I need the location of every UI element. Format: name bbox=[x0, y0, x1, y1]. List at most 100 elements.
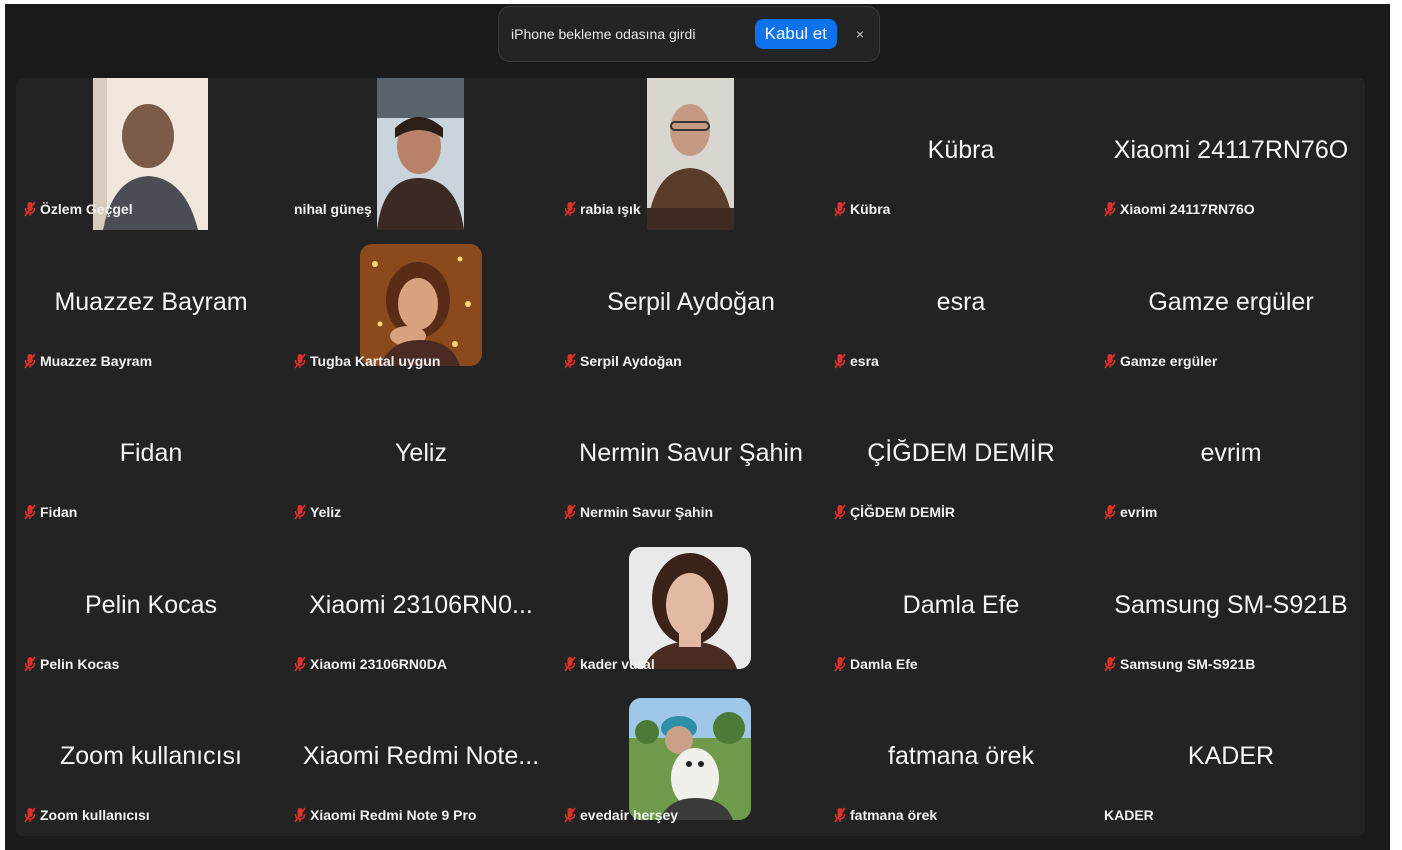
participant-tile[interactable]: Xiaomi 24117RN76O Xiaomi 24117RN76O bbox=[1096, 78, 1365, 229]
participant-tile[interactable]: Yeliz Yeliz bbox=[286, 381, 556, 532]
microphone-muted-icon bbox=[1104, 353, 1116, 369]
participant-display-name: Serpil Aydoğan bbox=[607, 288, 775, 316]
participant-name-label: Gamze ergüler bbox=[1104, 351, 1217, 371]
participant-name-label: KADER bbox=[1104, 805, 1154, 825]
participant-name-label: Muazzez Bayram bbox=[24, 351, 152, 371]
participant-label-text: fatmana örek bbox=[850, 807, 938, 823]
participant-tile[interactable]: Kübra Kübra bbox=[826, 78, 1096, 229]
notification-message: iPhone bekleme odasına girdi bbox=[511, 26, 696, 42]
participant-display-name: Muazzez Bayram bbox=[54, 288, 248, 316]
microphone-muted-icon bbox=[294, 353, 306, 369]
microphone-muted-icon bbox=[24, 504, 36, 520]
participant-label-text: Yeliz bbox=[310, 504, 342, 520]
participant-tile[interactable]: Fidan Fidan bbox=[16, 381, 286, 532]
participant-name-label: Fidan bbox=[24, 502, 77, 522]
participant-label-text: Özlem Geçgel bbox=[40, 201, 133, 217]
participant-name-label: Yeliz bbox=[294, 502, 341, 522]
participant-tile[interactable]: fatmana örek fatmana örek bbox=[826, 684, 1096, 835]
participant-label-text: Xiaomi Redmi Note 9 Pro bbox=[310, 807, 477, 823]
microphone-muted-icon bbox=[1104, 201, 1116, 217]
participant-display-name: Kübra bbox=[927, 136, 995, 164]
participant-label-text: Fidan bbox=[40, 504, 78, 520]
participant-tile[interactable]: Xiaomi 23106RN0... Xiaomi 23106RN0DA bbox=[286, 533, 556, 684]
participant-label-text: evedair herşey bbox=[580, 807, 679, 823]
participant-tile[interactable]: Özlem Geçgel bbox=[16, 78, 286, 230]
participant-name-label: Xiaomi 24117RN76O bbox=[1104, 199, 1255, 219]
participant-name-label: Damla Efe bbox=[834, 654, 918, 674]
gallery-view: Özlem Geçgel nihal güneş rabia ışık Kübr… bbox=[16, 78, 1365, 836]
participant-display-name: Xiaomi 24117RN76O bbox=[1113, 136, 1349, 164]
close-icon[interactable]: × bbox=[853, 26, 867, 42]
microphone-muted-icon bbox=[294, 656, 306, 672]
participant-display-name: fatmana örek bbox=[888, 742, 1034, 770]
participant-tile[interactable]: KADER KADER bbox=[1096, 684, 1365, 835]
participant-display-name: Nermin Savur Şahin bbox=[579, 439, 803, 467]
participant-display-name: ÇİĞDEM DEMİR bbox=[867, 439, 1055, 467]
waiting-room-notification: iPhone bekleme odasına girdi Kabul et × bbox=[498, 6, 880, 62]
microphone-muted-icon bbox=[24, 353, 36, 369]
participant-display-name: Damla Efe bbox=[902, 591, 1020, 619]
microphone-muted-icon bbox=[834, 807, 846, 823]
participant-name-label: rabia ışık bbox=[564, 199, 641, 219]
participant-name-label: kader vural bbox=[564, 654, 655, 674]
participant-label-text: Kübra bbox=[850, 201, 891, 217]
participant-label-text: Serpil Aydoğan bbox=[580, 353, 682, 369]
participant-tile[interactable]: Xiaomi Redmi Note... Xiaomi Redmi Note 9… bbox=[286, 684, 556, 835]
participant-label-text: Nermin Savur Şahin bbox=[580, 504, 714, 520]
microphone-muted-icon bbox=[1104, 656, 1116, 672]
participant-name-label: Samsung SM-S921B bbox=[1104, 654, 1255, 674]
microphone-muted-icon bbox=[1104, 504, 1116, 520]
participant-tile[interactable]: Serpil Aydoğan Serpil Aydoğan bbox=[556, 230, 826, 381]
participant-name-label: Özlem Geçgel bbox=[24, 199, 133, 219]
participant-tile[interactable]: Muazzez Bayram Muazzez Bayram bbox=[16, 230, 286, 381]
participant-video bbox=[360, 244, 482, 366]
participant-tile[interactable]: Samsung SM-S921B Samsung SM-S921B bbox=[1096, 533, 1365, 684]
microphone-muted-icon bbox=[294, 504, 306, 520]
participant-tile[interactable]: Pelin Kocas Pelin Kocas bbox=[16, 533, 286, 684]
participant-tile[interactable]: rabia ışık bbox=[556, 78, 826, 230]
participant-video bbox=[647, 78, 734, 230]
participant-tile[interactable]: nihal güneş bbox=[286, 78, 556, 230]
participant-label-text: KADER bbox=[1104, 807, 1154, 823]
participant-display-name: esra bbox=[936, 288, 986, 316]
participant-tile[interactable]: evrim evrim bbox=[1096, 381, 1365, 532]
participant-name-label: Serpil Aydoğan bbox=[564, 351, 682, 371]
microphone-muted-icon bbox=[564, 504, 576, 520]
participant-tile[interactable]: esra esra bbox=[826, 230, 1096, 381]
participant-label-text: evrim bbox=[1120, 504, 1158, 520]
participant-tile[interactable]: Zoom kullanıcısı Zoom kullanıcısı bbox=[16, 684, 286, 835]
participant-tile[interactable]: Damla Efe Damla Efe bbox=[826, 533, 1096, 684]
participant-label-text: Pelin Kocas bbox=[40, 656, 120, 672]
participant-name-label: evedair herşey bbox=[564, 805, 678, 825]
participant-tile[interactable]: kader vural bbox=[556, 533, 826, 684]
participant-display-name: Samsung SM-S921B bbox=[1114, 591, 1348, 619]
participant-display-name: Xiaomi Redmi Note... bbox=[302, 742, 540, 770]
participant-video bbox=[629, 698, 751, 820]
participant-label-text: ÇİĞDEM DEMİR bbox=[850, 504, 955, 520]
participant-name-label: Xiaomi Redmi Note 9 Pro bbox=[294, 805, 476, 825]
participant-tile[interactable]: Tugba Kartal uygun bbox=[286, 230, 556, 381]
participant-label-text: Samsung SM-S921B bbox=[1120, 656, 1256, 672]
participant-label-text: Tugba Kartal uygun bbox=[310, 353, 441, 369]
microphone-muted-icon bbox=[24, 201, 36, 217]
participant-tile[interactable]: ÇİĞDEM DEMİR ÇİĞDEM DEMİR bbox=[826, 381, 1096, 532]
microphone-muted-icon bbox=[834, 504, 846, 520]
participant-display-name: Pelin Kocas bbox=[84, 591, 218, 619]
participant-display-name: Gamze ergüler bbox=[1148, 288, 1314, 316]
accept-button[interactable]: Kabul et bbox=[754, 19, 837, 49]
participant-label-text: Zoom kullanıcısı bbox=[40, 807, 150, 823]
participant-label-text: Gamze ergüler bbox=[1120, 353, 1218, 369]
participant-tile[interactable]: Gamze ergüler Gamze ergüler bbox=[1096, 230, 1365, 381]
participant-label-text: Xiaomi 23106RN0DA bbox=[310, 656, 447, 672]
participant-name-label: evrim bbox=[1104, 502, 1157, 522]
microphone-muted-icon bbox=[834, 656, 846, 672]
microphone-muted-icon bbox=[564, 807, 576, 823]
participant-name-label: Zoom kullanıcısı bbox=[24, 805, 150, 825]
participant-tile[interactable]: evedair herşey bbox=[556, 684, 826, 835]
microphone-muted-icon bbox=[564, 353, 576, 369]
microphone-muted-icon bbox=[834, 201, 846, 217]
microphone-muted-icon bbox=[294, 807, 306, 823]
participant-display-name: Xiaomi 23106RN0... bbox=[309, 591, 533, 619]
participant-tile[interactable]: Nermin Savur Şahin Nermin Savur Şahin bbox=[556, 381, 826, 532]
participant-name-label: ÇİĞDEM DEMİR bbox=[834, 502, 955, 522]
